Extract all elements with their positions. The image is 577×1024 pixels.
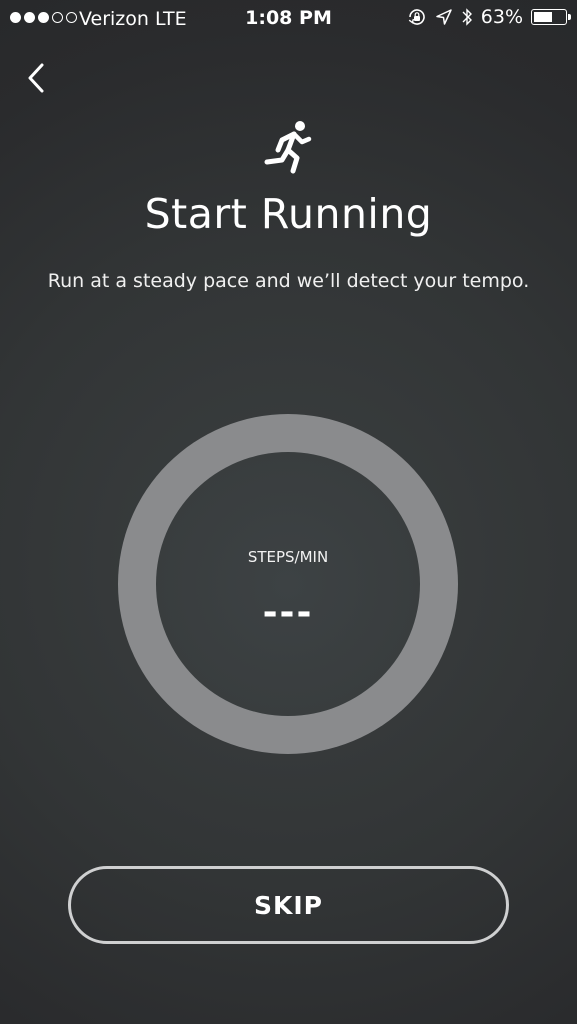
battery-icon <box>531 9 571 25</box>
running-person-icon <box>264 121 312 174</box>
battery-level <box>534 12 552 22</box>
steps-per-minute-value: --- <box>262 592 314 633</box>
tempo-display: STEPS/MIN --- <box>156 452 420 716</box>
tempo-ring: STEPS/MIN --- <box>118 414 458 754</box>
page-title: Start Running <box>144 190 433 238</box>
skip-button[interactable]: SKIP <box>68 866 509 944</box>
chevron-left-icon <box>28 63 44 93</box>
bluetooth-icon <box>462 8 472 26</box>
location-arrow-icon <box>436 9 452 25</box>
back-button[interactable] <box>14 56 58 100</box>
status-icons: 63% <box>407 6 571 28</box>
orientation-lock-icon <box>408 9 425 25</box>
battery-percent: 63% <box>480 6 523 28</box>
status-bar: Verizon LTE 1:08 PM 63% <box>0 0 577 40</box>
steps-per-minute-label: STEPS/MIN <box>247 548 329 566</box>
page-subtitle: Run at a steady pace and we’ll detect yo… <box>47 270 530 292</box>
